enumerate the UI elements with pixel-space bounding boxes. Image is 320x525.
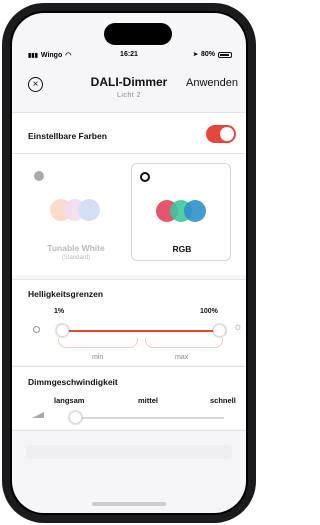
rgb-swatch (132, 200, 232, 224)
speed-divider (12, 430, 246, 431)
next-card-placeholder (26, 445, 232, 459)
speed-thumb[interactable] (69, 411, 82, 424)
max-brightness-value: 100% (200, 308, 218, 315)
rgb-radio[interactable] (140, 172, 150, 182)
speed-section-title: Dimmgeschwindigkeit (28, 377, 118, 387)
brightness-divider-top (12, 279, 246, 280)
speed-track (74, 417, 224, 419)
min-brightness-value: 1% (54, 308, 65, 315)
bright-icon: ☼ (233, 321, 244, 333)
cool-swatch-icon (78, 199, 100, 221)
header: × DALI-Dimmer Licht 2 Anwenden (12, 67, 246, 107)
rgb-label: RGB (172, 244, 192, 254)
dim-icon (33, 326, 40, 333)
max-brightness-thumb[interactable] (213, 324, 226, 337)
min-range-bracket (58, 338, 138, 348)
location-icon: ➤ (192, 52, 198, 58)
battery-icon (218, 51, 232, 58)
max-range-bracket (145, 338, 223, 348)
apply-button[interactable]: Anwenden (186, 77, 238, 89)
tunable-white-option[interactable]: Tunable White (Standard) (26, 163, 126, 261)
speed-option-medium[interactable]: mittel (138, 396, 158, 405)
phone-frame: ▮▮▮ Wingo ◠ 16:21 ➤ 80% × DALI-Dimmer Li… (2, 3, 256, 523)
brightness-section-title: Helligkeitsgrenzen (28, 289, 104, 299)
phone-bezel: ▮▮▮ Wingo ◠ 16:21 ➤ 80% × DALI-Dimmer Li… (10, 11, 248, 515)
brightness-track (60, 330, 222, 332)
tunable-white-sublabel: (Standard) (61, 255, 91, 261)
speed-option-fast[interactable]: schnell (210, 396, 236, 405)
toggle-knob (220, 127, 234, 141)
status-right: ➤ 80% (193, 51, 232, 58)
colors-toggle[interactable] (206, 125, 236, 143)
colors-divider (12, 153, 246, 154)
page-subtitle: Licht 2 (116, 92, 142, 99)
colors-section-title: Einstellbare Farben (28, 131, 107, 141)
home-indicator (92, 502, 166, 506)
speed-option-slow[interactable]: langsam (54, 396, 84, 405)
min-brightness-thumb[interactable] (56, 324, 69, 337)
screen: ▮▮▮ Wingo ◠ 16:21 ➤ 80% × DALI-Dimmer Li… (12, 13, 246, 513)
dynamic-island (104, 23, 172, 45)
max-range-label: max (175, 354, 189, 361)
blue-swatch-icon (184, 200, 206, 222)
ramp-icon (32, 412, 44, 418)
tunable-white-label: Tunable White (47, 243, 105, 253)
rgb-option[interactable]: RGB (131, 163, 231, 261)
min-range-label: min (92, 354, 104, 361)
tunable-white-swatch (26, 199, 126, 223)
battery-percent: 80% (200, 51, 215, 58)
tunable-white-radio[interactable] (34, 171, 44, 181)
